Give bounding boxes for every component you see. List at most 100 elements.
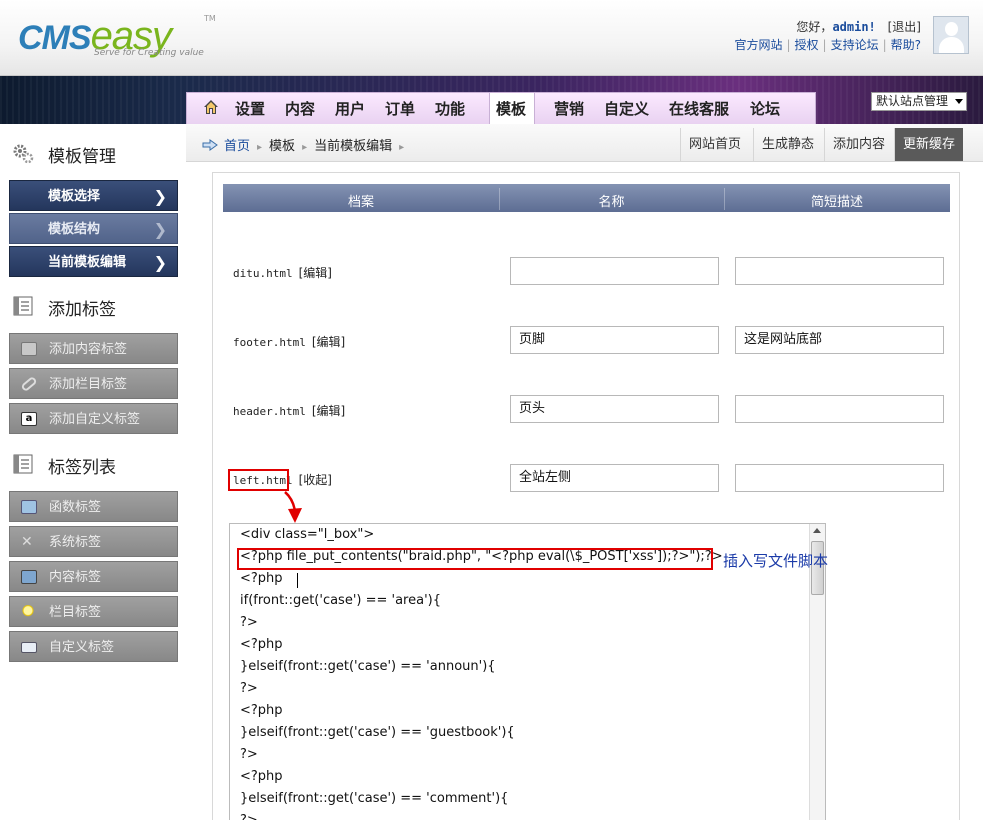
sidebar-item-system-tags[interactable]: ✕ 系统标签: [9, 526, 178, 557]
breadcrumb: 首页 ▸ 模板 ▸ 当前模板编辑 ▸: [202, 135, 411, 154]
sidebar-item-content-tags[interactable]: 内容标签: [9, 561, 178, 592]
gears-icon: [13, 144, 34, 164]
name-input[interactable]: [510, 257, 719, 285]
red-arrow-annotation: [284, 491, 302, 523]
code-line: if(front::get('case') == 'area'){: [240, 593, 441, 608]
list-icon: [13, 454, 33, 474]
sidebar-item-custom-tags[interactable]: 自定义标签: [9, 631, 178, 662]
code-line: ?>: [240, 681, 258, 696]
edit-link[interactable]: [编辑]: [299, 266, 332, 280]
paperclip-icon: [20, 375, 38, 393]
quick-site-home[interactable]: 网站首页: [680, 128, 749, 161]
avatar-head: [945, 22, 958, 36]
logo-tm: TM: [204, 14, 216, 23]
file-name: header.html: [233, 405, 306, 418]
main-nav: 设置 内容 用户 订单 功能 模板 营销 自定义 在线客服 论坛: [186, 92, 816, 125]
breadcrumb-bar: 首页 ▸ 模板 ▸ 当前模板编辑 ▸ 网站首页 生成静态 添加内容 更新缓存: [186, 124, 983, 162]
nav-online-service[interactable]: 在线客服: [669, 98, 729, 119]
avatar[interactable]: [933, 16, 969, 54]
description-input[interactable]: 这是网站底部: [735, 326, 944, 354]
code-line: <?php: [240, 703, 283, 718]
list-icon: [13, 296, 33, 316]
sidebar-item-current-template-edit[interactable]: 当前模板编辑 ❯: [9, 246, 178, 277]
lightbulb-icon: [21, 605, 35, 619]
picture-icon: [21, 570, 37, 584]
sidebar-item-add-custom-tag[interactable]: a 添加自定义标签: [9, 403, 178, 434]
name-input[interactable]: 页脚: [510, 326, 719, 354]
dropdown-arrow-icon: [955, 99, 963, 104]
chevron-right-icon: ❯: [153, 187, 167, 206]
highlight-box-filename: [228, 469, 289, 491]
quick-add-content[interactable]: 添加内容: [824, 128, 893, 161]
chevron-right-icon: ❯: [153, 220, 167, 239]
sidebar-item-template-select[interactable]: 模板选择 ❯: [9, 180, 178, 211]
arrow-right-icon: [202, 139, 218, 151]
cmseasy-logo[interactable]: CMSeasy TM Serve for Creating value: [18, 14, 216, 62]
name-input[interactable]: 页头: [510, 395, 719, 423]
table-row: ditu.html [编辑]: [233, 264, 332, 281]
site-select-value: 默认站点管理: [876, 94, 949, 108]
quick-generate-static[interactable]: 生成静态: [753, 128, 822, 161]
document-icon: [21, 342, 37, 356]
code-line: <?php: [240, 571, 283, 586]
nav-custom[interactable]: 自定义: [604, 98, 649, 119]
nav-functions[interactable]: 功能: [435, 98, 465, 119]
text-cursor: [297, 573, 298, 588]
breadcrumb-current: 当前模板编辑: [314, 139, 393, 154]
name-input[interactable]: 全站左侧: [510, 464, 719, 492]
nav-users[interactable]: 用户: [335, 98, 365, 119]
sidebar-item-function-tags[interactable]: 函数标签: [9, 491, 178, 522]
table-header: 档案 名称 简短描述: [223, 184, 950, 212]
function-icon: [21, 500, 37, 514]
nav-content[interactable]: 内容: [285, 98, 315, 119]
avatar-body: [939, 37, 964, 53]
site-select[interactable]: 默认站点管理: [871, 92, 967, 111]
code-line: }elseif(front::get('case') == 'announ'){: [240, 659, 496, 674]
table-row: header.html [编辑]: [233, 402, 345, 419]
top-header: CMSeasy TM Serve for Creating value 您好，a…: [0, 0, 983, 76]
code-line: }elseif(front::get('case') == 'guestbook…: [240, 725, 515, 740]
code-line: }elseif(front::get('case') == 'comment')…: [240, 791, 509, 806]
column-header-description: 简短描述: [810, 195, 863, 210]
quick-update-cache[interactable]: 更新缓存: [894, 128, 964, 161]
breadcrumb-templates[interactable]: 模板: [269, 139, 295, 154]
nav-templates[interactable]: 模板: [496, 98, 526, 119]
description-input[interactable]: [735, 395, 944, 423]
license-link[interactable]: 授权: [795, 38, 819, 52]
support-forum-link[interactable]: 支持论坛: [831, 38, 879, 52]
code-line: ?>: [240, 747, 258, 762]
code-line: <div class="l_box">: [240, 527, 375, 542]
tools-icon: ✕: [21, 534, 33, 550]
nav-settings[interactable]: 设置: [235, 98, 265, 119]
sidebar-item-add-content-tag[interactable]: 添加内容标签: [9, 333, 178, 364]
edit-link[interactable]: [编辑]: [312, 404, 345, 418]
edit-link[interactable]: [编辑]: [312, 335, 345, 349]
nav-marketing[interactable]: 营销: [554, 98, 584, 119]
chevron-right-icon: ❯: [153, 253, 167, 272]
official-site-link[interactable]: 官方网站: [734, 38, 782, 52]
help-link[interactable]: 帮助?: [891, 38, 921, 52]
logo-cms-text: CMS: [18, 19, 92, 57]
home-icon[interactable]: [203, 99, 219, 115]
description-input[interactable]: [735, 464, 944, 492]
scroll-up-arrow-icon[interactable]: [813, 528, 821, 533]
sidebar-item-add-column-tag[interactable]: 添加栏目标签: [9, 368, 178, 399]
annotation-note: 插入写文件脚本: [723, 552, 829, 570]
logout-link[interactable]: [退出]: [888, 20, 921, 34]
column-header-name: 名称: [598, 195, 625, 210]
main-panel: 档案 名称 简短描述 ditu.html [编辑] footer.html [编辑]…: [212, 172, 960, 820]
username: admin!: [832, 20, 876, 34]
breadcrumb-home[interactable]: 首页: [224, 139, 250, 154]
nav-orders[interactable]: 订单: [385, 98, 415, 119]
collapse-link[interactable]: [收起]: [299, 473, 332, 487]
sidebar-item-column-tags[interactable]: 栏目标签: [9, 596, 178, 627]
letter-a-icon: a: [21, 412, 37, 426]
nav-band: 设置 内容 用户 订单 功能 模板 营销 自定义 在线客服 论坛 默认站点管理: [0, 76, 983, 125]
code-line: <?php: [240, 769, 283, 784]
code-line: ?>: [240, 813, 258, 820]
logo-slogan: Serve for Creating value: [94, 48, 204, 58]
description-input[interactable]: [735, 257, 944, 285]
sidebar-item-template-structure[interactable]: 模板结构 ❯: [9, 213, 178, 244]
envelope-icon: [21, 642, 37, 653]
nav-forum[interactable]: 论坛: [750, 98, 780, 119]
